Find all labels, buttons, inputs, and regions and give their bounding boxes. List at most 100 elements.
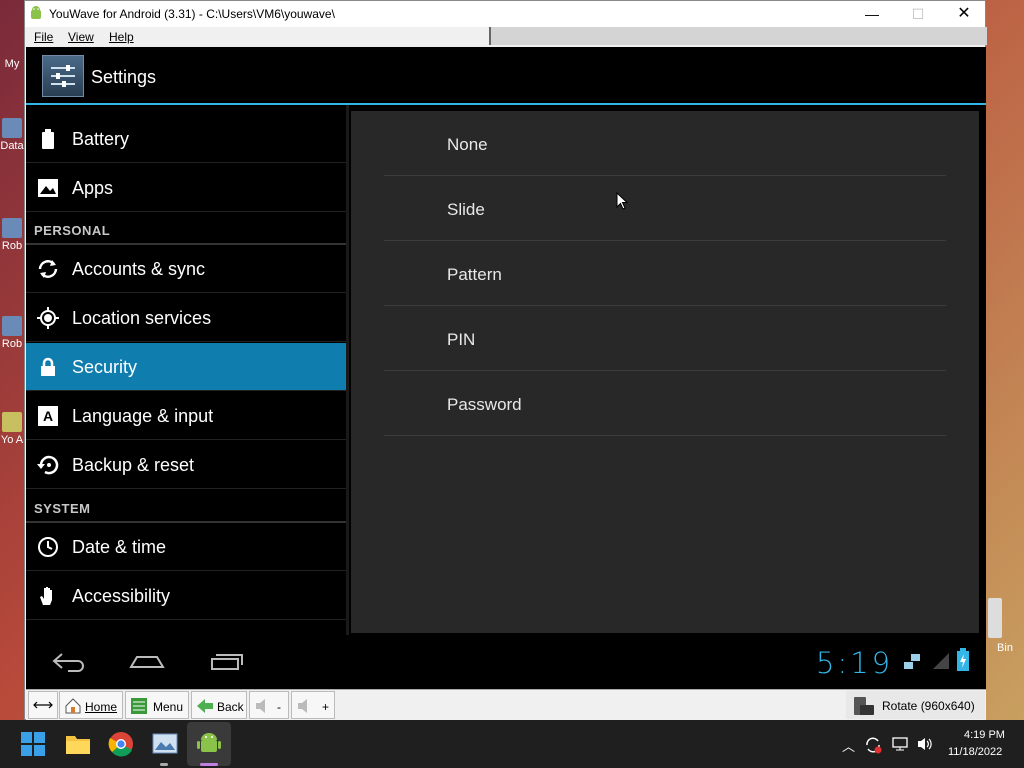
lock-icon bbox=[41, 357, 55, 376]
desktop-icon-label: Rob bbox=[1, 338, 23, 350]
volume-icon[interactable] bbox=[916, 736, 934, 752]
settings-item-partial[interactable] bbox=[26, 621, 346, 635]
volume-down-label: - bbox=[277, 700, 281, 714]
youwave-android-icon[interactable] bbox=[195, 730, 223, 758]
mouse-cursor-icon bbox=[616, 192, 628, 210]
image-viewer-icon[interactable] bbox=[151, 730, 179, 758]
desktop-icon[interactable]: Data bbox=[0, 118, 24, 152]
file-explorer-icon[interactable] bbox=[64, 730, 92, 758]
action-bar-title: Settings bbox=[91, 67, 157, 87]
lock-option-slide[interactable]: Slide bbox=[384, 176, 946, 241]
menu-file[interactable]: File bbox=[34, 30, 53, 44]
active-indicator bbox=[200, 763, 218, 766]
recycle-bin-label: Bin bbox=[997, 642, 1013, 654]
home-button[interactable]: Home bbox=[59, 691, 123, 719]
settings-item-apps[interactable]: Apps bbox=[26, 164, 346, 212]
home-nav-icon[interactable] bbox=[127, 649, 167, 673]
emulator-window: YouWave for Android (3.31) - C:\Users\VM… bbox=[24, 0, 987, 720]
android-app-icon bbox=[31, 6, 41, 19]
close-button[interactable]: ✕ bbox=[941, 1, 987, 27]
rotate-label: Rotate (960x640) bbox=[882, 699, 975, 713]
lock-option-label: PIN bbox=[447, 330, 476, 349]
lock-option-label: Pattern bbox=[447, 265, 502, 284]
taskbar-time[interactable]: 4:19 PM bbox=[964, 729, 1005, 741]
resize-arrows-icon bbox=[33, 701, 53, 709]
menu-bar: File View Help bbox=[25, 27, 987, 47]
settings-item-backup[interactable]: Backup & reset bbox=[26, 441, 346, 489]
recent-apps-nav-icon[interactable] bbox=[208, 649, 248, 673]
menu-button[interactable]: Menu bbox=[125, 691, 189, 719]
back-label: Back bbox=[217, 700, 244, 714]
settings-item-label: Language & input bbox=[72, 406, 214, 426]
lock-option-pin[interactable]: PIN bbox=[384, 306, 946, 371]
menu-view[interactable]: View bbox=[68, 30, 94, 44]
desktop-icon[interactable]: Rob bbox=[0, 218, 24, 252]
show-hidden-icons[interactable]: ︿ bbox=[842, 736, 855, 755]
speaker-icon bbox=[298, 699, 307, 713]
home-icon bbox=[65, 698, 81, 714]
running-indicator bbox=[160, 763, 168, 766]
settings-item-language[interactable]: A Language & input bbox=[26, 392, 346, 440]
recycle-bin-icon[interactable]: Bin bbox=[986, 598, 1024, 654]
action-bar: Settings bbox=[26, 47, 986, 105]
settings-item-label: Security bbox=[72, 357, 138, 377]
menu-help[interactable]: Help bbox=[109, 30, 134, 44]
window-title: YouWave for Android (3.31) - C:\Users\VM… bbox=[49, 7, 335, 21]
desktop-icon[interactable]: Yo A bbox=[0, 412, 24, 446]
volume-up-label: + bbox=[322, 700, 330, 714]
settings-item-label: Date & time bbox=[72, 537, 167, 557]
desktop-icon[interactable]: My bbox=[0, 58, 24, 70]
desktop-icon[interactable]: Rob bbox=[0, 316, 24, 350]
taskbar: ︿ 4:19 PM 11/18/2022 bbox=[0, 720, 1024, 768]
back-arrow-icon bbox=[197, 699, 213, 713]
lock-option-none[interactable]: None bbox=[384, 111, 946, 176]
settings-categories-list[interactable]: Battery Apps PERSONAL Accounts & sync Lo… bbox=[26, 105, 348, 635]
menu-icon bbox=[131, 698, 147, 714]
resize-button[interactable] bbox=[28, 691, 58, 719]
screen-lock-options: None Slide Pattern PIN Password bbox=[351, 111, 979, 633]
settings-item-accessibility[interactable]: Accessibility bbox=[26, 572, 346, 620]
sync-icon bbox=[38, 260, 58, 278]
sync-status-icon[interactable] bbox=[864, 736, 882, 754]
start-button-icon[interactable] bbox=[19, 730, 47, 758]
title-bar[interactable]: YouWave for Android (3.31) - C:\Users\VM… bbox=[25, 1, 985, 27]
settings-item-accounts-sync[interactable]: Accounts & sync bbox=[26, 245, 346, 293]
maximize-button[interactable]: ☐ bbox=[895, 1, 941, 27]
location-icon bbox=[37, 307, 59, 329]
section-header-system: SYSTEM bbox=[34, 501, 91, 516]
signal-icon bbox=[933, 653, 949, 669]
lock-option-label: Password bbox=[447, 395, 522, 414]
volume-down-button[interactable]: - bbox=[249, 691, 289, 719]
settings-item-battery[interactable]: Battery bbox=[26, 115, 346, 163]
desktop-icon-label: Data bbox=[0, 140, 24, 152]
lock-option-password[interactable]: Password bbox=[384, 371, 946, 436]
svg-text:A: A bbox=[43, 408, 53, 424]
network-status-icon bbox=[904, 654, 920, 669]
backup-icon bbox=[37, 455, 59, 475]
taskbar-date[interactable]: 11/18/2022 bbox=[948, 746, 1002, 758]
apps-icon bbox=[38, 179, 58, 197]
settings-item-label: Accessibility bbox=[72, 586, 171, 606]
pane-divider bbox=[346, 105, 349, 635]
settings-item-security[interactable]: Security bbox=[26, 343, 346, 391]
desktop-icon-label: Rob bbox=[1, 240, 23, 252]
settings-item-date-time[interactable]: Date & time bbox=[26, 523, 346, 571]
emulator-toolbar: Home Menu Back - + Rotate (960x640) bbox=[26, 689, 986, 720]
menu-bar-spacer bbox=[489, 27, 987, 45]
settings-item-location[interactable]: Location services bbox=[26, 294, 346, 342]
android-nav-bar: 5:19 bbox=[26, 635, 986, 689]
status-clock: 5:19 bbox=[816, 646, 894, 680]
volume-up-button[interactable]: + bbox=[291, 691, 335, 719]
minimize-button[interactable]: — bbox=[849, 1, 895, 27]
settings-icon[interactable] bbox=[42, 55, 84, 97]
rotate-button[interactable]: Rotate (960x640) bbox=[846, 691, 985, 719]
language-icon: A bbox=[38, 406, 58, 426]
lock-option-pattern[interactable]: Pattern bbox=[384, 241, 946, 306]
chrome-icon[interactable] bbox=[107, 730, 135, 758]
settings-item-label: Backup & reset bbox=[72, 455, 195, 475]
back-button[interactable]: Back bbox=[191, 691, 247, 719]
rotate-device-icon bbox=[854, 697, 874, 715]
section-header-personal: PERSONAL bbox=[34, 223, 111, 238]
back-nav-icon[interactable] bbox=[50, 649, 90, 673]
network-icon[interactable] bbox=[891, 736, 909, 752]
